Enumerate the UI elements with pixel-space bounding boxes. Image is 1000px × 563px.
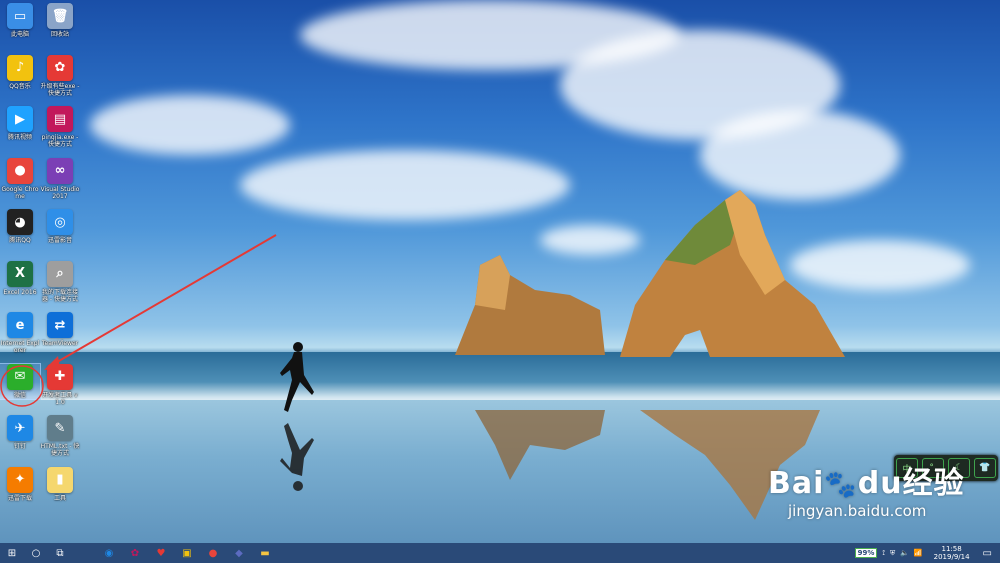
paw-icon: 🐾 (824, 470, 858, 500)
taskbar-app-app4[interactable]: ▣ (174, 543, 200, 563)
watermark-brand-2: du (857, 466, 903, 501)
desktop-icon[interactable]: ✎ HTML.txt - 快捷方式 (40, 415, 80, 457)
taskbar-app-app2[interactable]: ✿ (122, 543, 148, 563)
wifi-icon[interactable]: 📶 (914, 549, 923, 557)
network-icon[interactable]: ⟟ (882, 549, 885, 558)
taskbar-app-app6[interactable]: ◆ (226, 543, 252, 563)
search-icon: ○ (31, 547, 41, 559)
desktop-icon[interactable]: ▮ 工具 (40, 466, 80, 502)
runner-reflection (280, 423, 314, 491)
annotation-circle (0, 365, 44, 407)
desktop-icon-label: HTML.txt - 快捷方式 (40, 443, 80, 457)
taskbar-app-explorer[interactable]: ▬ (252, 543, 278, 563)
volume-icon[interactable]: 🔈 (900, 549, 909, 557)
desktop-icon-label: 迅雷下载 (7, 494, 32, 502)
desktop-icon-label: 工具 (53, 494, 66, 502)
battery-indicator[interactable]: 99% (854, 548, 878, 558)
watermark-brand-cn: 经验 (902, 466, 965, 501)
ime-skin-icon[interactable]: 👕 (974, 458, 996, 478)
taskbar-app-chrome[interactable]: ● (200, 543, 226, 563)
desktop-icon[interactable]: ✦ 迅雷下载 (0, 466, 40, 502)
baidu-watermark: Bai🐾du经验 jingyan.baidu.com (768, 458, 965, 520)
clock[interactable]: 11:58 2019/9/14 (934, 545, 970, 561)
clock-time: 11:58 (941, 545, 962, 553)
task-view-icon: ⧉ (56, 547, 64, 559)
annotation-layer (0, 234, 277, 407)
windows-icon: ⊞ (7, 547, 17, 559)
arch-rock (620, 190, 845, 357)
desktop-wallpaper: ▭ 此电脑 🗑 回收站 ♪ QQ音乐 ✿ 升级有些exe - 快捷方式 ▶ 腾讯视频 ▤ pingji… (0, 0, 1000, 543)
desktop-icon-label: 钉钉 (13, 443, 26, 450)
small-rock (455, 255, 605, 355)
app-icon: ▮ (47, 466, 73, 493)
annotation-arrowhead (44, 356, 60, 370)
notification-icon[interactable]: ▭ (983, 548, 992, 559)
search-button[interactable]: ○ (24, 543, 48, 563)
task-view-button[interactable]: ⧉ (48, 543, 72, 563)
taskbar-apps: ◉ ✿ ♥ ▣ ● ◆ ▬ (96, 543, 278, 563)
taskbar-app-app3[interactable]: ♥ (148, 543, 174, 563)
system-tray: 99% ⟟ ⛨ 🔈 📶 11:58 2019/9/14 ▭ (854, 545, 992, 561)
taskbar: ⊞ ○ ⧉ ◉ ✿ ♥ ▣ ● ◆ ▬ 99% ⟟ ⛨ 🔈 📶 11:58 2019/9/1… (0, 543, 1000, 563)
clock-date: 2019/9/14 (933, 553, 970, 561)
desktop-icon[interactable]: ✈ 钉钉 (0, 415, 40, 450)
annotation-arrow (51, 234, 277, 366)
start-button[interactable]: ⊞ (0, 543, 24, 563)
watermark-url: jingyan.baidu.com (788, 502, 927, 520)
small-rock-reflection (475, 410, 605, 480)
app-icon: ✦ (7, 466, 33, 493)
shield-icon[interactable]: ⛨ (890, 549, 895, 558)
taskbar-app-edge[interactable]: ◉ (96, 543, 122, 563)
watermark-brand: Bai (768, 466, 825, 501)
